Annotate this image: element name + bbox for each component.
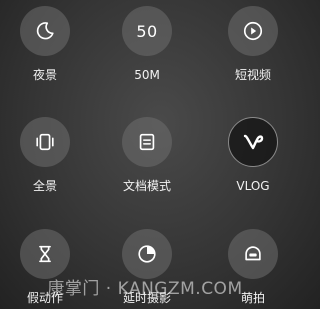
- hourglass-icon: [39, 245, 51, 263]
- mode-label: 短视频: [234, 68, 271, 82]
- timelapse-icon: [138, 245, 156, 263]
- mode-label: VLOG: [236, 179, 270, 193]
- mode-label: 萌拍: [240, 291, 265, 305]
- timelapse-mode-button[interactable]: [122, 229, 172, 279]
- mode-panorama[interactable]: 全景: [0, 117, 93, 197]
- cute-face-icon: [245, 246, 261, 261]
- moon-icon: [36, 22, 54, 40]
- fake-action-mode-button[interactable]: [20, 229, 70, 279]
- 50m-mode-button[interactable]: 50: [122, 6, 172, 56]
- mode-label: 文档模式: [122, 179, 171, 193]
- mode-short-video[interactable]: 短视频: [205, 6, 301, 86]
- vlog-mode-button[interactable]: [228, 117, 278, 167]
- mode-fake-action[interactable]: 假动作: [0, 229, 93, 309]
- short-video-mode-button[interactable]: [228, 6, 278, 56]
- 50m-icon: 50: [136, 21, 158, 41]
- document-icon: [139, 133, 155, 151]
- mode-document[interactable]: 文档模式: [99, 117, 195, 197]
- mode-night[interactable]: 夜景: [0, 6, 93, 86]
- mode-50m[interactable]: 50 50M: [99, 6, 195, 86]
- cute-shot-mode-button[interactable]: [228, 229, 278, 279]
- panorama-icon: [36, 133, 54, 151]
- document-mode-button[interactable]: [122, 117, 172, 167]
- mode-timelapse[interactable]: 延时摄影: [99, 229, 195, 309]
- mode-cute-shot[interactable]: 萌拍: [205, 229, 301, 309]
- vlog-icon: [243, 134, 264, 150]
- camera-mode-grid: 夜景 50 50M 短视频 全景 文档模式 VLOG 假动作 延时摄影 萌拍: [0, 0, 290, 309]
- mode-label: 50M: [134, 68, 160, 82]
- mode-label: 全景: [32, 179, 57, 193]
- panorama-mode-button[interactable]: [20, 117, 70, 167]
- mode-label: 夜景: [32, 68, 57, 82]
- night-mode-button[interactable]: [20, 6, 70, 56]
- mode-vlog[interactable]: VLOG: [205, 117, 301, 197]
- play-circle-icon: [243, 21, 263, 41]
- mode-label: 假动作: [26, 291, 63, 305]
- mode-label: 延时摄影: [122, 291, 171, 305]
